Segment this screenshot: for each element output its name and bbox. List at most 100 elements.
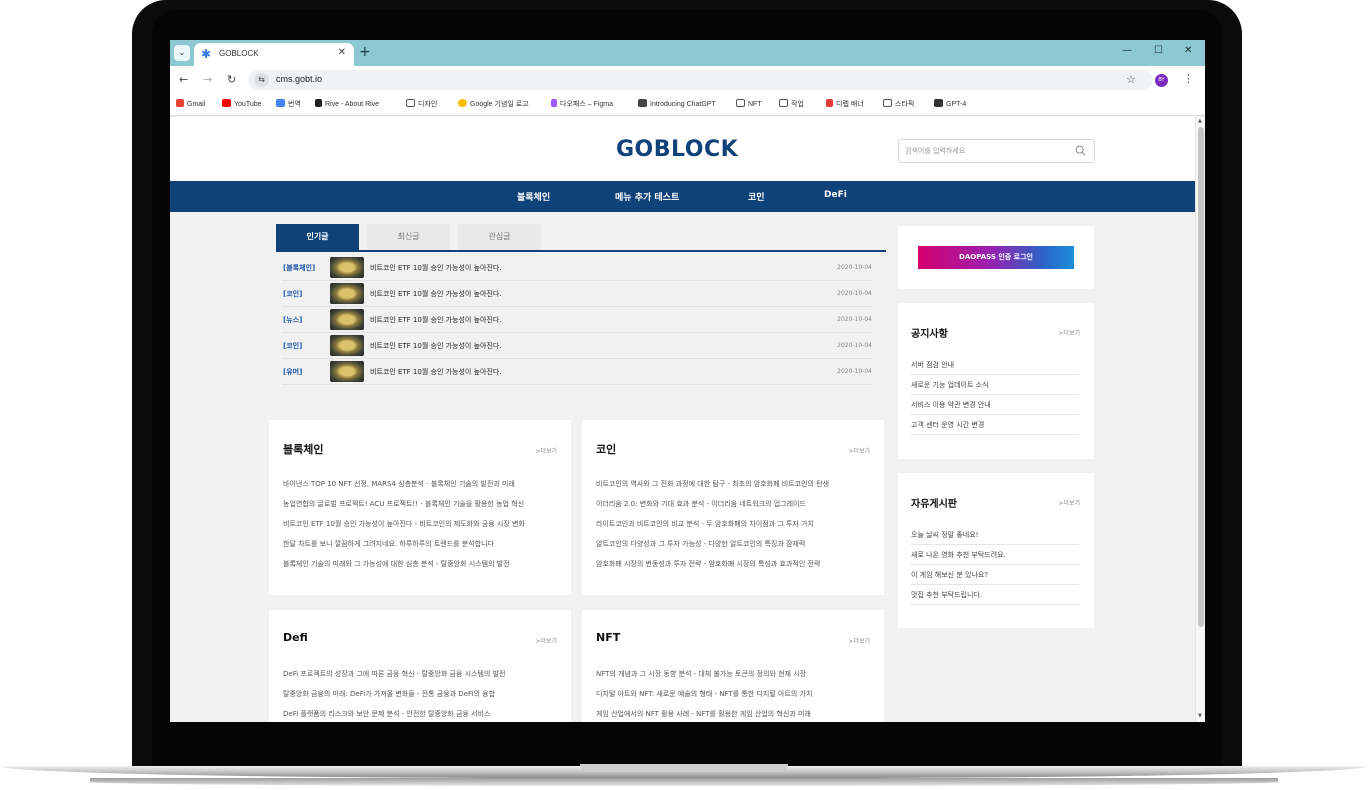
- more-link[interactable]: >더보기: [848, 636, 870, 645]
- post-link[interactable]: 농업연합의 글로벌 프로젝트! ACU 프로젝트!! - 블록체인 기술을 활용…: [283, 499, 559, 509]
- board-item[interactable]: 새로 나온 영화 추천 부탁드려요.: [911, 545, 1079, 565]
- article-title[interactable]: 비트코인 ETF 10월 승인 가능성이 높아진다.: [370, 289, 502, 299]
- search-box[interactable]: [898, 139, 1095, 163]
- article-row[interactable]: [블록체인] 비트코인 ETF 10월 승인 가능성이 높아진다. 2020-1…: [282, 255, 872, 281]
- post-link[interactable]: 이더리움 2.0: 변화와 기대 효과 분석 - 이더리움 네트워크의 업그레이…: [596, 499, 872, 509]
- article-thumbnail[interactable]: [330, 361, 364, 382]
- minimize-icon[interactable]: —: [1122, 45, 1132, 56]
- bookmark-gmail[interactable]: Gmail: [176, 99, 205, 108]
- scrollbar-thumb[interactable]: [1198, 127, 1204, 627]
- laptop-base-shadow: [90, 778, 1278, 786]
- nav-blockchain[interactable]: 블록체인: [517, 190, 550, 203]
- article-row[interactable]: [코인] 비트코인 ETF 10월 승인 가능성이 높아진다. 2020-10-…: [282, 281, 872, 307]
- back-icon[interactable]: ←: [179, 73, 188, 86]
- article-date: 2020-10-04: [837, 368, 872, 375]
- nav-menu-test[interactable]: 메뉴 추가 테스트: [615, 190, 679, 203]
- tab-latest[interactable]: 최신글: [367, 224, 450, 250]
- site-info-icon[interactable]: ⇆: [254, 73, 269, 87]
- browser-tab[interactable]: ✱ GOBLOCK ✕: [194, 43, 354, 66]
- nav-defi[interactable]: DeFi: [824, 190, 847, 200]
- article-title[interactable]: 비트코인 ETF 10월 승인 가능성이 높아진다.: [370, 341, 502, 351]
- post-link[interactable]: 비트코인의 역사와 그 진화 과정에 대한 탐구 - 최초의 암호화폐 비트코인…: [596, 479, 872, 489]
- board-item[interactable]: 오늘 날씨 정말 좋네요!: [911, 525, 1079, 545]
- post-link[interactable]: NFT의 개념과 그 시장 동향 분석 - 대체 불가능 토큰의 정의와 현재 …: [596, 669, 872, 679]
- notice-item[interactable]: 서비스 이용 약관 변경 안내: [911, 395, 1079, 415]
- article-category[interactable]: [블록체인]: [283, 263, 315, 273]
- article-category[interactable]: [코인]: [283, 289, 302, 299]
- tab-interest[interactable]: 관심글: [458, 224, 541, 250]
- site-logo[interactable]: GOBLOCK: [616, 137, 738, 162]
- article-row[interactable]: [코인] 비트코인 ETF 10월 승인 가능성이 높아진다. 2020-10-…: [282, 333, 872, 359]
- maximize-icon[interactable]: ☐: [1154, 45, 1163, 56]
- article-thumbnail[interactable]: [330, 309, 364, 330]
- bookmark-rive[interactable]: Rive - About Rive: [315, 99, 379, 108]
- article-category[interactable]: [뉴스]: [283, 315, 302, 325]
- notice-more-link[interactable]: >더보기: [1058, 328, 1080, 337]
- article-title[interactable]: 비트코인 ETF 10월 승인 가능성이 높아진다.: [370, 263, 502, 273]
- more-link[interactable]: >더보기: [535, 446, 557, 455]
- tab-close-icon[interactable]: ✕: [338, 47, 346, 58]
- article-category[interactable]: [코인]: [283, 341, 302, 351]
- tab-search-button[interactable]: ⌄: [174, 45, 190, 61]
- scroll-up-icon[interactable]: ▲: [1198, 118, 1202, 124]
- article-thumbnail[interactable]: [330, 335, 364, 356]
- post-link[interactable]: 암호화폐 시장의 변동성과 투자 전략 - 암호화폐 시장의 특성과 효과적인 …: [596, 559, 872, 569]
- article-row[interactable]: [뉴스] 비트코인 ETF 10월 승인 가능성이 높아진다. 2020-10-…: [282, 307, 872, 333]
- bookmark-nft-folder[interactable]: NFT: [736, 99, 762, 108]
- bookmark-design-folder[interactable]: 디자인: [406, 99, 437, 109]
- bookmark-banner[interactable]: 디렙 배너: [826, 99, 864, 109]
- bookmark-chatgpt[interactable]: Introducing ChatGPT: [638, 99, 716, 108]
- post-link[interactable]: 비트코인 ETF 10월 승인 가능성이 높아진다 - 비트코인의 제도화와 금…: [283, 519, 559, 529]
- article-row[interactable]: [유머] 비트코인 ETF 10월 승인 가능성이 높아진다. 2020-10-…: [282, 359, 872, 385]
- bookmark-youtube[interactable]: YouTube: [222, 99, 262, 108]
- translate-icon: [276, 99, 285, 107]
- bookmark-figma[interactable]: 다오패스 – Figma: [551, 99, 613, 109]
- post-link[interactable]: 탈중앙화 금융의 미래: DeFi가 가져올 변화들 - 전통 금융과 DeFi…: [283, 689, 559, 699]
- post-link[interactable]: 게임 산업에서의 NFT 활용 사례 - NFT를 활용한 게임 산업의 혁신과…: [596, 709, 872, 719]
- more-link[interactable]: >더보기: [848, 446, 870, 455]
- article-thumbnail[interactable]: [330, 283, 364, 304]
- post-link[interactable]: 알트코인의 다양성과 그 투자 가능성 - 다양한 알트코인의 특징과 잠재력: [596, 539, 872, 549]
- forward-icon[interactable]: →: [203, 73, 212, 86]
- post-link[interactable]: 라이트코인과 비트코인의 비교 분석 - 두 암호화폐의 차이점과 그 투자 가…: [596, 519, 872, 529]
- bookmark-translate[interactable]: 번역: [276, 99, 301, 109]
- bookmark-gpt4[interactable]: GPT-4: [934, 99, 966, 108]
- post-link[interactable]: 디지털 아트와 NFT: 새로운 예술의 형태 - NFT를 통한 디지털 아트…: [596, 689, 872, 699]
- notice-item[interactable]: 고객 센터 운영 시간 변경: [911, 415, 1079, 435]
- post-link[interactable]: DeFi 플랫폼의 리스크와 보안 문제 분석 - 안전한 탈중앙화 금융 서비…: [283, 709, 559, 719]
- tab-popular[interactable]: 인기글: [276, 224, 359, 250]
- bookmark-star-icon[interactable]: ☆: [1126, 73, 1136, 86]
- nav-coin[interactable]: 코인: [748, 190, 765, 203]
- bookmark-work-folder[interactable]: 작업: [779, 99, 804, 109]
- new-tab-button[interactable]: +: [359, 44, 371, 60]
- article-category[interactable]: [유머]: [283, 367, 302, 377]
- search-icon[interactable]: [1075, 145, 1086, 156]
- post-link[interactable]: 한달 차트를 보니 깔끔하게 그려지네요. 하루하루의 트렌드를 분석합니다: [283, 539, 559, 549]
- search-input[interactable]: [905, 144, 1065, 158]
- card-title: 블록체인: [283, 443, 324, 456]
- window-close-icon[interactable]: ✕: [1184, 45, 1192, 56]
- article-title[interactable]: 비트코인 ETF 10월 승인 가능성이 높아진다.: [370, 367, 502, 377]
- board-item[interactable]: 맛집 추천 부탁드립니다.: [911, 585, 1079, 605]
- address-bar[interactable]: ⇆ cms.gobt.io: [248, 70, 1153, 90]
- bookmark-google-doodle[interactable]: Google 기념일 로고: [458, 99, 529, 109]
- article-title[interactable]: 비트코인 ETF 10월 승인 가능성이 높아진다.: [370, 315, 502, 325]
- post-link[interactable]: 바이낸스 TOP 10 NFT 선정, MARS4 심층분석 - 블록체인 기술…: [283, 479, 559, 489]
- reload-icon[interactable]: ↻: [227, 73, 236, 86]
- page-scrollbar[interactable]: ▲ ▼: [1195, 117, 1205, 722]
- notice-item[interactable]: 새로운 기능 업데이트 소식: [911, 375, 1079, 395]
- url-text[interactable]: cms.gobt.io: [276, 74, 322, 84]
- profile-avatar[interactable]: BY: [1155, 74, 1168, 87]
- post-link[interactable]: DeFi 프로젝트의 성장과 그에 따른 금융 혁신 - 탈중앙화 금융 시스템…: [283, 669, 559, 679]
- board-item[interactable]: 이 게임 해보신 분 있나요?: [911, 565, 1079, 585]
- article-thumbnail[interactable]: [330, 257, 364, 278]
- notice-item[interactable]: 서버 점검 안내: [911, 355, 1079, 375]
- daopass-login-button[interactable]: DAOPASS 인증 로그인: [918, 246, 1074, 269]
- scroll-down-icon[interactable]: ▼: [1198, 713, 1202, 719]
- more-link[interactable]: >더보기: [535, 636, 557, 645]
- board-more-link[interactable]: >더보기: [1058, 498, 1080, 507]
- post-link[interactable]: 블록체인 기술의 미래와 그 가능성에 대한 심층 분석 - 탈중앙화 시스템의…: [283, 559, 559, 569]
- menu-kebab-icon[interactable]: ⋮: [1183, 72, 1194, 85]
- bookmark-starpick-folder[interactable]: 스타픽: [883, 99, 914, 109]
- main-nav: 블록체인 메뉴 추가 테스트 코인 DeFi: [170, 181, 1195, 212]
